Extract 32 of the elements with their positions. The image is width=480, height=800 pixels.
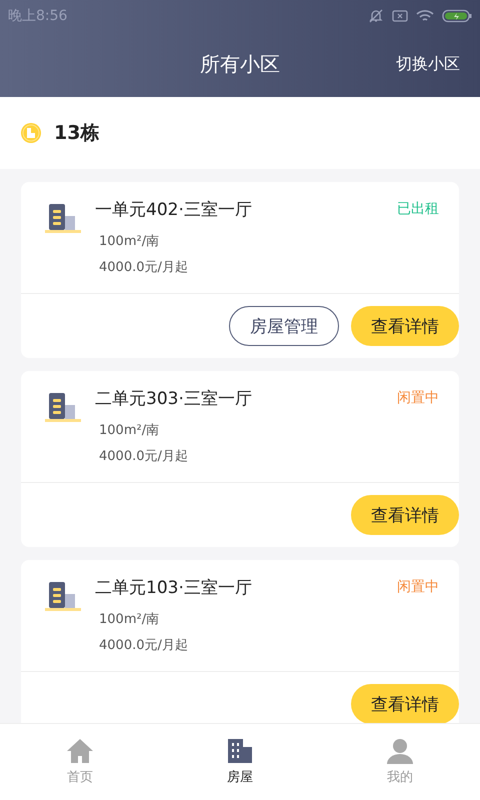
status-label: 闲置中	[397, 578, 439, 596]
building-icon	[45, 580, 81, 612]
building-icon	[45, 202, 81, 234]
building-badge-icon	[20, 122, 42, 144]
tab[interactable]: 房屋	[160, 724, 320, 800]
house-area: 100m²/南	[99, 229, 397, 255]
status-time: 晚上8:56	[8, 7, 68, 25]
status-label: 已出租	[397, 200, 439, 218]
manage-button[interactable]: 房屋管理	[229, 306, 339, 346]
building-title: 13栋	[54, 121, 100, 146]
house-name: 一单元402·三室一厅	[95, 199, 253, 221]
details-button[interactable]: 查看详情	[351, 495, 459, 535]
house-area: 100m²/南	[99, 418, 397, 444]
details-button[interactable]: 查看详情	[351, 684, 459, 723]
building-icon	[45, 391, 81, 423]
wifi-icon	[416, 9, 434, 23]
bell-off-icon	[368, 8, 384, 24]
status-label: 闲置中	[397, 389, 439, 407]
home-icon	[66, 738, 94, 764]
house-name: 二单元303·三室一厅	[95, 388, 253, 410]
sim-icon	[392, 9, 408, 23]
house-price: 4000.0元/月起	[99, 259, 189, 277]
person-icon	[386, 738, 414, 764]
page-title: 所有小区	[200, 51, 280, 78]
battery-icon	[442, 9, 472, 23]
building-icon	[227, 738, 253, 764]
house-price: 4000.0元/月起	[99, 448, 189, 466]
details-button[interactable]: 查看详情	[351, 306, 459, 346]
house-name: 二单元103·三室一厅	[95, 577, 253, 599]
house-price: 4000.0元/月起	[99, 637, 189, 655]
switch-link[interactable]: 切换小区	[396, 54, 460, 75]
house-area: 100m²/南	[99, 607, 397, 633]
